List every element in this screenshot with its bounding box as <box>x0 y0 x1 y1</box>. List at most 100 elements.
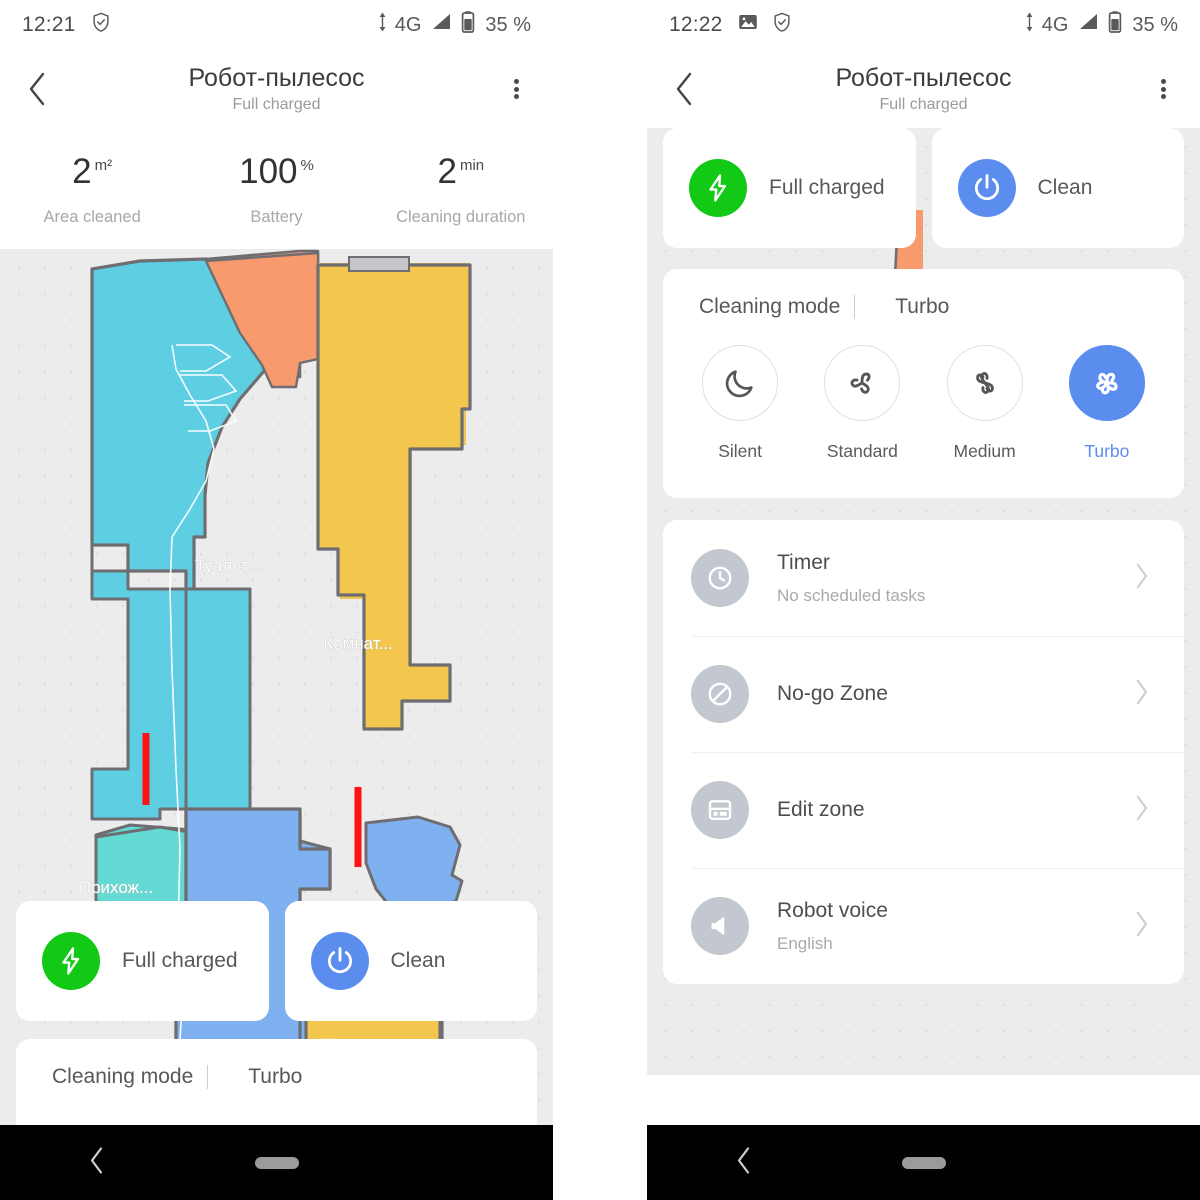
stat-area-cleaned: 2 m² Area cleaned <box>17 154 167 227</box>
list-item-no-go-zone[interactable]: No-go Zone <box>663 636 1184 752</box>
list-item-texts: Timer No scheduled tasks <box>777 550 1134 605</box>
status-bar-clock: 12:21 <box>22 13 76 36</box>
system-home-pill[interactable] <box>901 1156 946 1169</box>
system-back-button[interactable] <box>735 1145 753 1180</box>
list-item-timer[interactable]: Timer No scheduled tasks <box>663 520 1184 636</box>
list-item-subtitle: No scheduled tasks <box>777 585 926 605</box>
fan-3-blade-icon <box>824 345 901 421</box>
full-charged-button[interactable]: Full charged <box>663 128 916 248</box>
stat-label: Battery <box>250 208 303 226</box>
mode-label: Standard <box>826 441 898 461</box>
action-label: Full charged <box>769 176 885 199</box>
list-item-subtitle: English <box>777 933 833 953</box>
right-content-overlay: Full charged Clean Cleaning mode Turbo S… <box>647 128 1200 984</box>
list-item-title: Timer <box>777 551 830 575</box>
action-label: Full charged <box>122 949 238 972</box>
right-phone-screen: 12:22 4G 35 % Робот-пылесос Full charged… <box>647 0 1200 1200</box>
map-room-label: Комнат... <box>323 634 393 653</box>
mode-option-standard[interactable]: Standard <box>809 345 915 462</box>
overflow-menu-button[interactable] <box>479 77 553 102</box>
layout-icon <box>691 781 749 839</box>
cleaning-mode-options: Silent Standard Medium Turbo <box>663 319 1184 478</box>
cleaning-mode-card: Cleaning mode Turbo Silent Standard Medi… <box>663 269 1184 498</box>
battery-icon <box>460 10 476 40</box>
list-item-edit-zone[interactable]: Edit zone <box>663 752 1184 868</box>
status-bar-clock: 12:22 <box>669 13 723 36</box>
chevron-left-icon <box>29 72 45 106</box>
mode-label: Silent <box>718 441 763 461</box>
status-bar-right-icons: 4G 35 % <box>377 10 531 40</box>
clock-icon <box>691 549 749 607</box>
chevron-right-icon <box>1134 793 1150 828</box>
mode-option-turbo[interactable]: Turbo <box>1054 345 1160 462</box>
clean-button[interactable]: Clean <box>931 128 1184 248</box>
shield-check-icon <box>90 11 112 39</box>
battery-percent-label: 35 % <box>485 13 531 36</box>
stat-value: 2 <box>437 152 457 191</box>
status-bar-left-icons <box>90 11 112 39</box>
app-bar-titles: Робот-пылесос Full charged <box>721 64 1126 114</box>
map-room-label: Туалет... <box>195 556 261 575</box>
kebab-menu-icon <box>1160 77 1166 102</box>
signal-icon <box>428 11 453 39</box>
list-item-title: Robot voice <box>777 899 888 923</box>
action-label: Clean <box>390 949 446 972</box>
map-room-label: Прихож... <box>79 878 153 897</box>
action-buttons-row: Full charged Clean <box>0 901 553 1021</box>
system-back-button[interactable] <box>88 1145 106 1180</box>
signal-icon <box>1075 11 1100 39</box>
right-android-nav-bar <box>647 1125 1200 1200</box>
list-item-title: No-go Zone <box>777 681 888 705</box>
left-app-bar: Робот-пылесос Full charged <box>0 50 553 128</box>
settings-list: Timer No scheduled tasks No-go Zone Edit… <box>663 520 1184 984</box>
action-label: Clean <box>1037 176 1093 199</box>
fan-5-blade-icon <box>1068 345 1145 421</box>
stat-unit: % <box>300 157 314 174</box>
stat-value: 2 <box>72 152 92 191</box>
cleaning-mode-card[interactable]: Cleaning mode Turbo <box>16 1039 537 1125</box>
chevron-right-icon <box>1134 561 1150 596</box>
stat-label: Area cleaned <box>43 208 141 226</box>
clean-button[interactable]: Clean <box>284 901 537 1021</box>
status-bar-left-icons <box>737 11 793 39</box>
cleaning-mode-value: Turbo <box>895 295 950 318</box>
list-item-title: Edit zone <box>777 797 865 821</box>
mode-option-silent[interactable]: Silent <box>687 345 793 462</box>
overflow-menu-button[interactable] <box>1126 77 1200 102</box>
stat-battery: 100% Battery <box>201 154 351 227</box>
list-item-texts: No-go Zone <box>777 681 1134 707</box>
status-bar-right-icons: 4G 35 % <box>1024 10 1178 40</box>
list-item-robot-voice[interactable]: Robot voice English <box>663 868 1184 984</box>
list-item-texts: Edit zone <box>777 797 1134 823</box>
network-type-label: 4G <box>1041 13 1069 36</box>
chevron-right-icon <box>1134 909 1150 944</box>
moon-icon <box>702 345 779 421</box>
battery-percent-label: 35 % <box>1132 13 1178 36</box>
image-icon <box>737 11 759 39</box>
mode-option-medium[interactable]: Medium <box>932 345 1038 462</box>
cleaning-mode-header: Cleaning mode Turbo <box>663 269 1184 319</box>
back-button[interactable] <box>0 71 74 107</box>
title-separator <box>207 1065 209 1089</box>
stat-value: 100 <box>239 152 298 191</box>
system-home-pill[interactable] <box>254 1156 299 1169</box>
left-phone-screen: 12:21 4G 35 % Робот-пылесос Full charged… <box>0 0 553 1200</box>
data-transfer-icon <box>377 11 388 39</box>
network-type-label: 4G <box>394 13 422 36</box>
page-title: Робот-пылесос <box>188 64 365 93</box>
data-transfer-icon <box>1024 11 1035 39</box>
right-status-bar: 12:22 4G 35 % <box>647 0 1200 50</box>
kebab-menu-icon <box>513 77 519 102</box>
bolt-icon <box>42 932 100 990</box>
app-bar-titles: Робот-пылесос Full charged <box>74 64 479 114</box>
page-subtitle: Full charged <box>879 95 968 113</box>
full-charged-button[interactable]: Full charged <box>16 901 269 1021</box>
fan-4-blade-icon <box>946 345 1023 421</box>
mode-label: Medium <box>953 441 1016 461</box>
power-icon <box>957 159 1016 217</box>
panel-gap <box>553 0 647 1200</box>
back-button[interactable] <box>647 71 721 107</box>
shield-check-icon <box>771 11 793 39</box>
stats-row: 2 m² Area cleaned 100% Battery 2 min Clean… <box>0 128 553 249</box>
bolt-icon <box>689 159 747 217</box>
